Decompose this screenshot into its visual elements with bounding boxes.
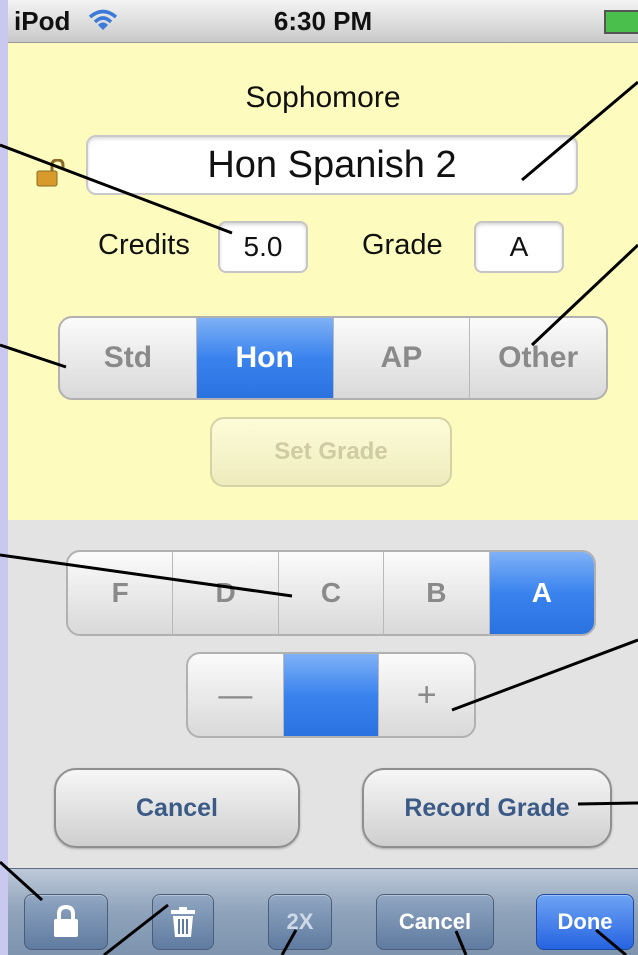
course-editor: Sophomore Hon Spanish 2 Credits 5.0 Grad…: [8, 43, 638, 520]
bottom-toolbar: 2X Cancel Done: [8, 868, 638, 955]
letter-grade-selector: F D C B A: [66, 550, 596, 636]
course-name-field[interactable]: Hon Spanish 2: [86, 135, 578, 195]
grade-f[interactable]: F: [68, 552, 174, 634]
modifier-minus[interactable]: —: [188, 654, 284, 736]
course-type-ap[interactable]: AP: [334, 318, 471, 398]
course-type-other[interactable]: Other: [470, 318, 606, 398]
lock-button[interactable]: [24, 894, 108, 950]
credits-label: Credits: [98, 229, 190, 261]
trash-button[interactable]: [152, 894, 214, 950]
class-level-title: Sophomore: [245, 81, 401, 114]
grade-d[interactable]: D: [173, 552, 279, 634]
credits-field[interactable]: 5.0: [218, 221, 308, 273]
status-bar: iPod 6:30 PM: [8, 0, 638, 43]
modifier-plus[interactable]: +: [379, 654, 474, 736]
course-type-selector: Std Hon AP Other: [58, 316, 608, 400]
double-button[interactable]: 2X: [268, 894, 332, 950]
grade-label: Grade: [362, 229, 443, 261]
grade-c[interactable]: C: [279, 552, 385, 634]
toolbar-cancel-button[interactable]: Cancel: [376, 894, 494, 950]
set-grade-button[interactable]: Set Grade: [210, 417, 452, 487]
lock-icon: [54, 904, 78, 937]
modifier-none[interactable]: [283, 654, 380, 736]
phone-screen: iPod 6:30 PM Sophomore Hon Spanish 2 Cre…: [8, 0, 638, 955]
grade-b[interactable]: B: [384, 552, 490, 634]
cancel-button[interactable]: Cancel: [54, 768, 300, 848]
trash-icon: [171, 907, 195, 937]
clock: 6:30 PM: [273, 6, 373, 36]
grade-modifier-selector: — +: [186, 652, 476, 738]
record-grade-button[interactable]: Record Grade: [362, 768, 612, 848]
battery-icon: [604, 10, 638, 34]
done-button[interactable]: Done: [536, 894, 634, 950]
course-type-std[interactable]: Std: [60, 318, 197, 398]
grade-field[interactable]: A: [474, 221, 564, 273]
course-type-hon[interactable]: Hon: [196, 318, 334, 398]
unlocked-padlock-icon[interactable]: [36, 159, 66, 187]
grade-a[interactable]: A: [489, 552, 594, 634]
